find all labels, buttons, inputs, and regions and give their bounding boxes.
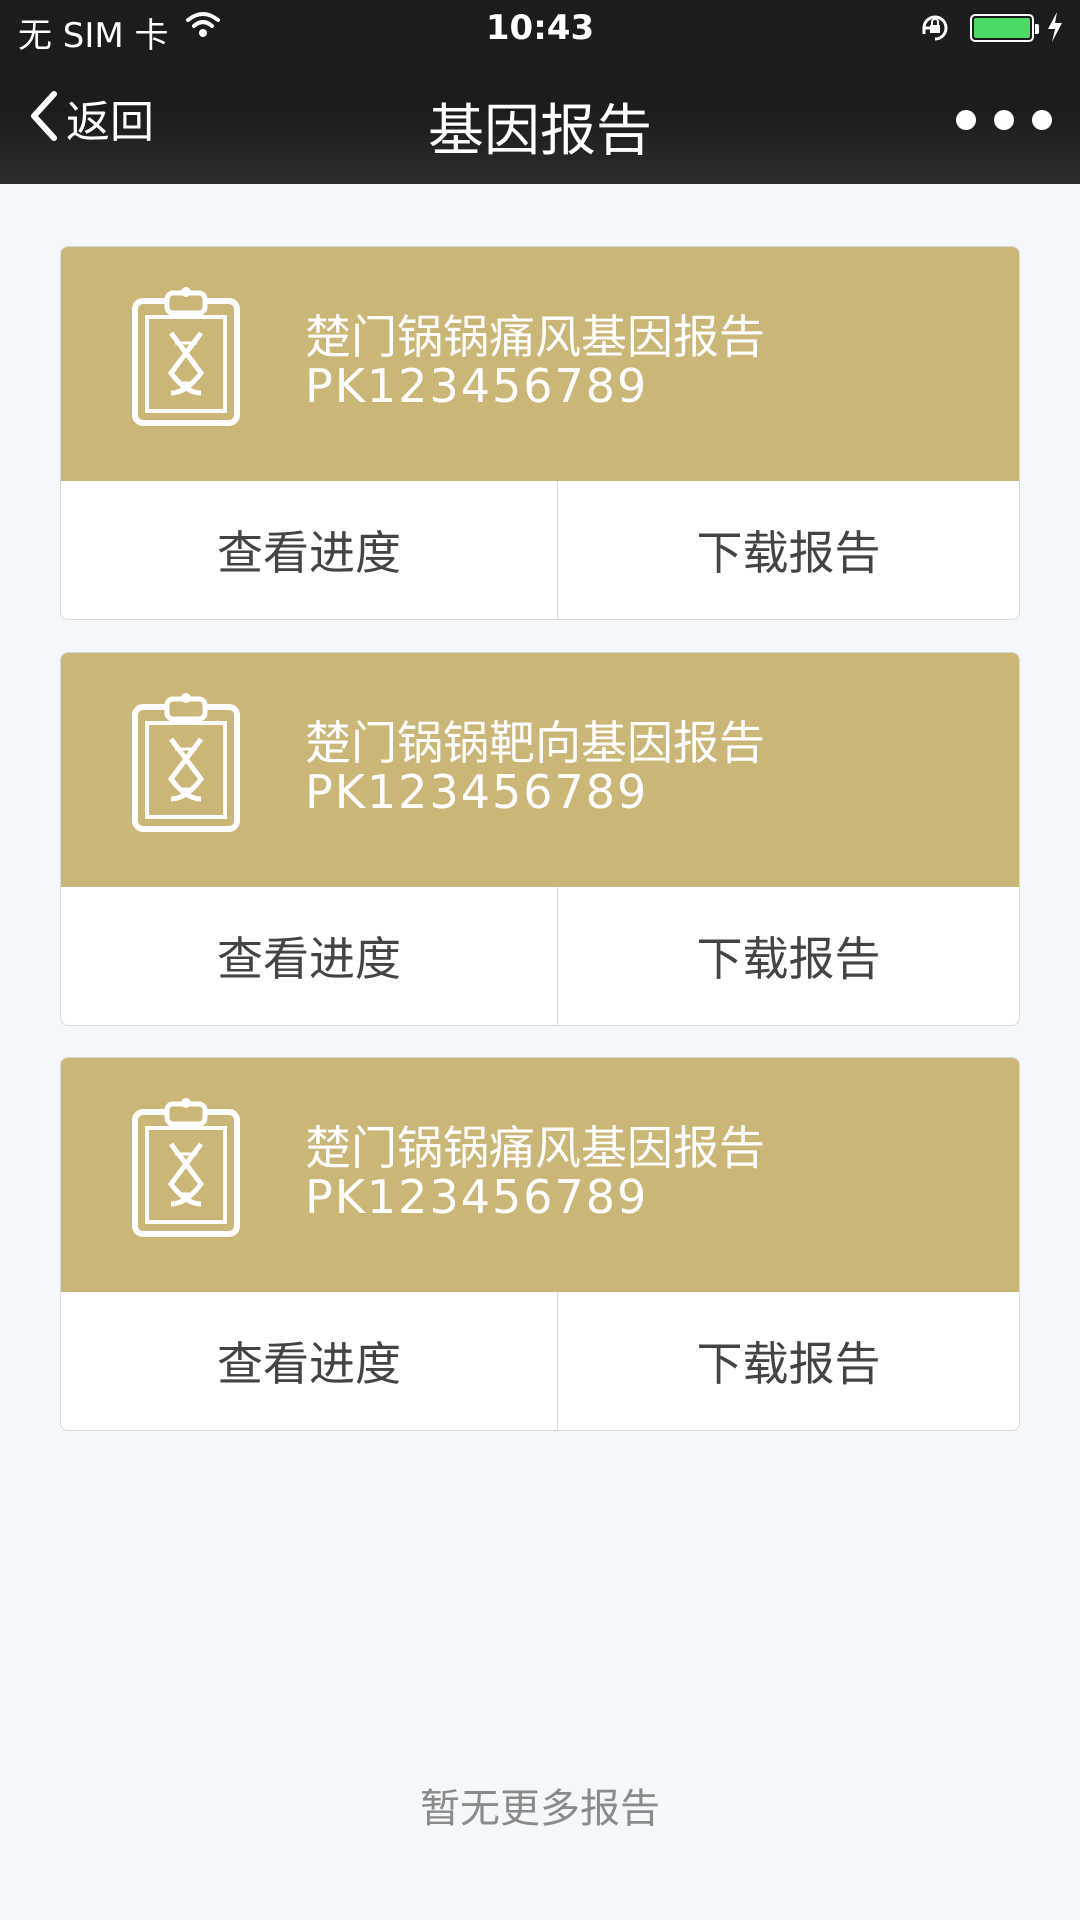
nav-bar: 返回 基因报告 bbox=[0, 58, 1080, 184]
report-card: 楚门锅锅痛风基因报告 PK123456789 查看进度 下载报告 bbox=[60, 246, 1020, 620]
dna-clipboard-icon bbox=[131, 287, 241, 431]
report-code: PK123456789 bbox=[305, 359, 649, 413]
download-report-button[interactable]: 下载报告 bbox=[558, 481, 1019, 619]
dot-icon bbox=[1032, 110, 1052, 130]
report-actions: 查看进度 下载报告 bbox=[61, 481, 1019, 619]
report-card-header[interactable]: 楚门锅锅痛风基因报告 PK123456789 bbox=[61, 247, 1019, 481]
view-progress-button[interactable]: 查看进度 bbox=[61, 481, 558, 619]
report-name: 楚门锅锅痛风基因报告 bbox=[305, 310, 765, 364]
download-report-button[interactable]: 下载报告 bbox=[558, 1292, 1019, 1430]
view-progress-button[interactable]: 查看进度 bbox=[61, 887, 558, 1025]
status-bar: 无 SIM 卡 10:43 bbox=[0, 0, 1080, 58]
page-title: 基因报告 bbox=[428, 99, 652, 164]
report-card: 楚门锅锅靶向基因报告 PK123456789 查看进度 下载报告 bbox=[60, 652, 1020, 1026]
report-name: 楚门锅锅靶向基因报告 bbox=[305, 716, 765, 770]
dot-icon bbox=[956, 110, 976, 130]
charging-icon bbox=[1046, 12, 1064, 46]
report-name: 楚门锅锅痛风基因报告 bbox=[305, 1121, 765, 1175]
rotation-lock-icon bbox=[918, 12, 952, 48]
dna-clipboard-icon bbox=[131, 693, 241, 837]
report-actions: 查看进度 下载报告 bbox=[61, 887, 1019, 1025]
dna-clipboard-icon bbox=[131, 1098, 241, 1242]
report-card: 楚门锅锅痛风基因报告 PK123456789 查看进度 下载报告 bbox=[60, 1057, 1020, 1431]
dot-icon bbox=[994, 110, 1014, 130]
report-actions: 查看进度 下载报告 bbox=[61, 1292, 1019, 1430]
report-card-header[interactable]: 楚门锅锅靶向基因报告 PK123456789 bbox=[61, 653, 1019, 887]
report-code: PK123456789 bbox=[305, 765, 649, 819]
report-card-header[interactable]: 楚门锅锅痛风基因报告 PK123456789 bbox=[61, 1058, 1019, 1292]
report-code: PK123456789 bbox=[305, 1170, 649, 1224]
more-menu-button[interactable] bbox=[956, 102, 1052, 138]
view-progress-button[interactable]: 查看进度 bbox=[61, 1292, 558, 1430]
battery-icon bbox=[970, 14, 1039, 42]
no-more-reports-label: 暂无更多报告 bbox=[420, 1786, 660, 1832]
download-report-button[interactable]: 下载报告 bbox=[558, 887, 1019, 1025]
top-bar: 无 SIM 卡 10:43 返回 基因报告 bbox=[0, 0, 1080, 184]
